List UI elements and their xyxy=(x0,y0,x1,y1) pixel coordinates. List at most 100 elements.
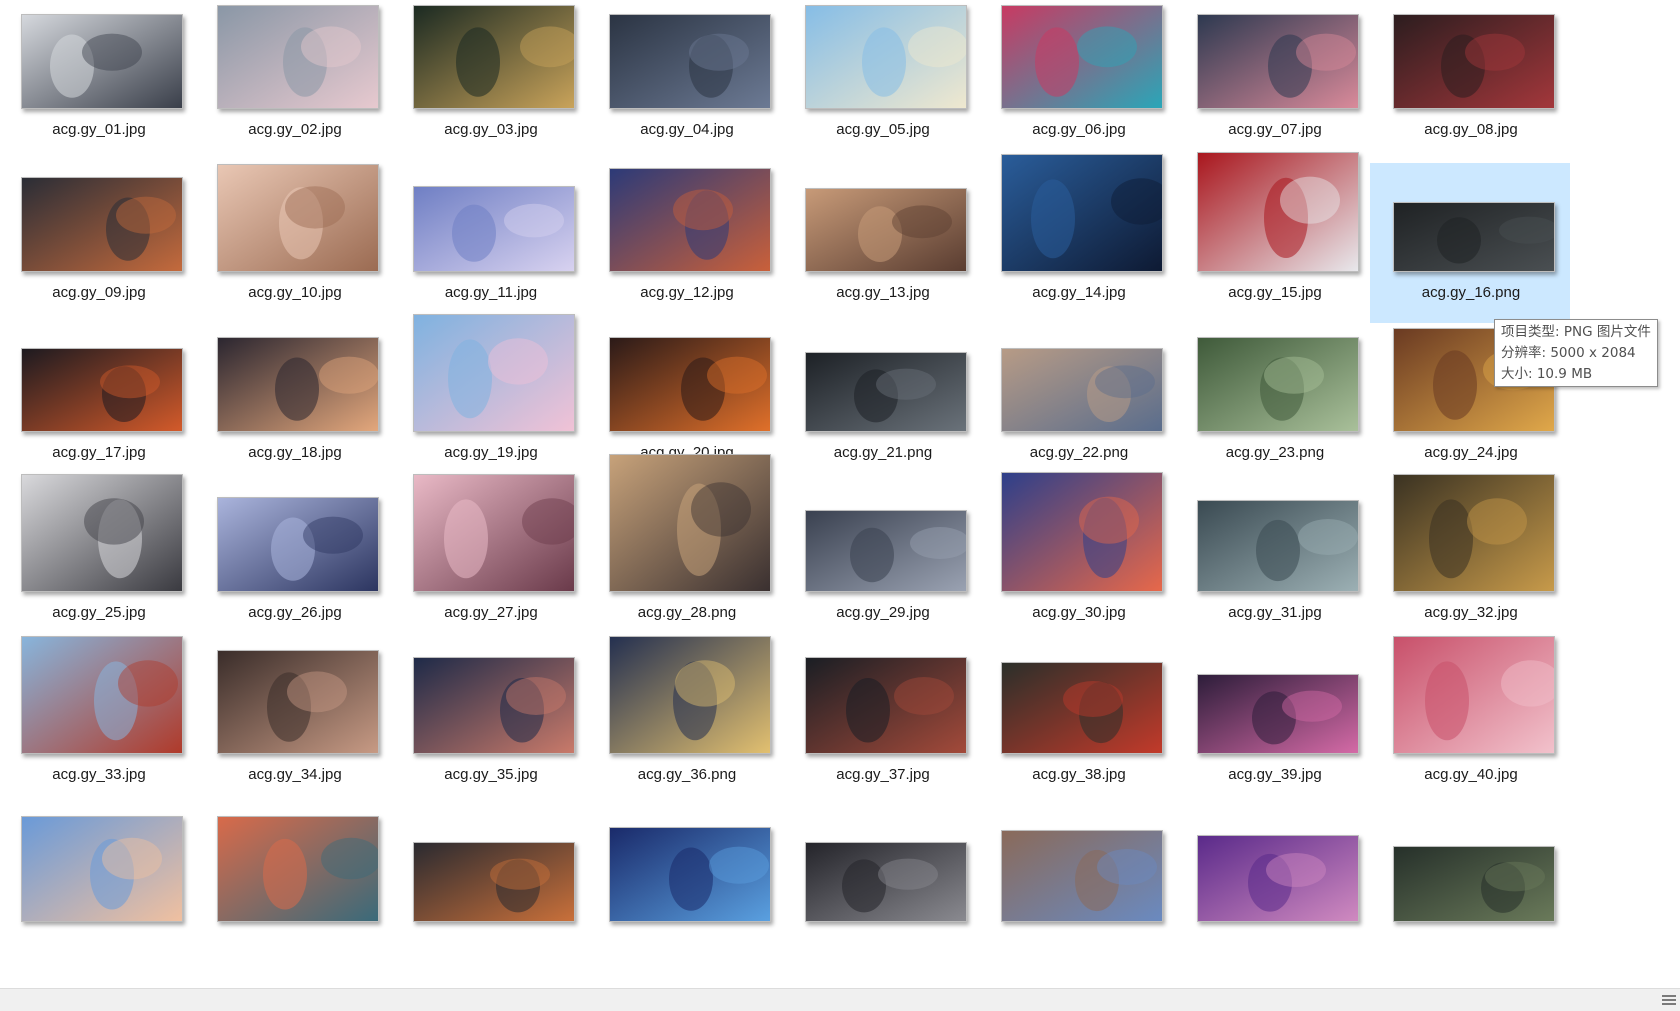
tooltip-item-type: 项目类型: PNG 图片文件 xyxy=(1501,324,1651,340)
file-name-label: acg.gy_07.jpg xyxy=(1228,121,1322,138)
file-name-label: acg.gy_04.jpg xyxy=(640,121,734,138)
file-item[interactable]: acg.gy_02.jpg xyxy=(194,0,394,160)
file-item[interactable]: acg.gy_16.png xyxy=(1370,163,1570,323)
file-item[interactable]: acg.gy_09.jpg xyxy=(0,163,198,323)
image-thumbnail xyxy=(413,474,575,592)
file-item[interactable]: acg.gy_10.jpg xyxy=(194,163,394,323)
file-item[interactable]: acg.gy_35.jpg xyxy=(390,645,590,805)
file-item[interactable]: acg.gy_19.jpg xyxy=(390,314,590,483)
image-thumbnail xyxy=(609,454,771,592)
file-name-label: acg.gy_38.jpg xyxy=(1032,766,1126,783)
file-name-label: acg.gy_36.png xyxy=(637,766,737,783)
image-thumbnail xyxy=(1001,154,1163,272)
image-thumbnail xyxy=(217,497,379,592)
file-item[interactable]: acg.gy_37.jpg xyxy=(782,645,982,805)
file-name-label: acg.gy_22.png xyxy=(1029,444,1129,461)
file-name-label: acg.gy_13.jpg xyxy=(836,284,930,301)
file-name-label: acg.gy_08.jpg xyxy=(1424,121,1518,138)
file-name-label: acg.gy_01.jpg xyxy=(52,121,146,138)
image-thumbnail xyxy=(1001,472,1163,592)
file-item[interactable]: acg.gy_03.jpg xyxy=(390,0,590,160)
image-thumbnail xyxy=(805,352,967,432)
file-name-label: acg.gy_17.jpg xyxy=(52,444,146,461)
file-name-label: acg.gy_10.jpg xyxy=(248,284,342,301)
file-name-label: acg.gy_12.jpg xyxy=(640,284,734,301)
file-item[interactable]: acg.gy_18.jpg xyxy=(194,323,394,483)
file-item[interactable]: acg.gy_40.jpg xyxy=(1370,636,1570,805)
file-item[interactable]: acg.gy_06.jpg xyxy=(978,0,1178,160)
file-name-label: acg.gy_39.jpg xyxy=(1228,766,1322,783)
image-thumbnail xyxy=(805,657,967,754)
image-thumbnail xyxy=(609,636,771,754)
file-item[interactable]: acg.gy_34.jpg xyxy=(194,645,394,805)
file-item[interactable] xyxy=(390,805,590,965)
file-item[interactable]: acg.gy_15.jpg xyxy=(1174,152,1374,323)
file-name-label: acg.gy_33.jpg xyxy=(52,766,146,783)
file-item[interactable]: acg.gy_21.png xyxy=(782,323,982,483)
image-thumbnail xyxy=(1001,348,1163,432)
file-item[interactable]: acg.gy_17.jpg xyxy=(0,323,198,483)
file-item[interactable] xyxy=(0,805,198,965)
file-name-label: acg.gy_21.png xyxy=(833,444,933,461)
file-item[interactable]: acg.gy_14.jpg xyxy=(978,154,1178,323)
file-item[interactable]: acg.gy_33.jpg xyxy=(0,636,198,805)
image-thumbnail xyxy=(1197,14,1359,109)
file-item[interactable]: acg.gy_39.jpg xyxy=(1174,645,1374,805)
file-name-label: acg.gy_34.jpg xyxy=(248,766,342,783)
file-item[interactable] xyxy=(586,805,786,965)
image-thumbnail xyxy=(21,636,183,754)
tooltip-resolution: 分辨率: 5000 x 2084 xyxy=(1501,345,1636,361)
file-item[interactable]: acg.gy_22.png xyxy=(978,323,1178,483)
file-item[interactable]: acg.gy_25.jpg xyxy=(0,474,198,643)
image-thumbnail xyxy=(217,816,379,922)
status-bar xyxy=(0,988,1680,1011)
file-name-label: acg.gy_05.jpg xyxy=(836,121,930,138)
file-item[interactable]: acg.gy_11.jpg xyxy=(390,163,590,323)
file-info-tooltip: 项目类型: PNG 图片文件 分辨率: 5000 x 2084 大小: 10.9… xyxy=(1494,319,1658,387)
file-item[interactable]: acg.gy_05.jpg xyxy=(782,0,982,160)
file-item[interactable] xyxy=(782,805,982,965)
file-item[interactable]: acg.gy_32.jpg xyxy=(1370,474,1570,643)
file-item[interactable]: acg.gy_38.jpg xyxy=(978,645,1178,805)
image-thumbnail xyxy=(1001,5,1163,109)
file-item[interactable]: acg.gy_01.jpg xyxy=(0,0,198,160)
details-view-icon[interactable] xyxy=(1662,993,1676,1007)
file-item[interactable]: acg.gy_26.jpg xyxy=(194,483,394,643)
file-name-label: acg.gy_30.jpg xyxy=(1032,604,1126,621)
image-thumbnail xyxy=(21,177,183,272)
file-name-label: acg.gy_19.jpg xyxy=(444,444,538,461)
file-item[interactable] xyxy=(978,805,1178,965)
file-item[interactable]: acg.gy_27.jpg xyxy=(390,474,590,643)
file-name-label: acg.gy_11.jpg xyxy=(444,284,538,301)
file-item[interactable]: acg.gy_23.png xyxy=(1174,323,1374,483)
file-item[interactable]: acg.gy_30.jpg xyxy=(978,472,1178,643)
file-item[interactable] xyxy=(1370,805,1570,965)
file-item[interactable]: acg.gy_31.jpg xyxy=(1174,483,1374,643)
file-item[interactable]: acg.gy_28.png xyxy=(586,454,786,643)
image-thumbnail xyxy=(21,816,183,922)
file-item[interactable]: acg.gy_04.jpg xyxy=(586,0,786,160)
file-name-label: acg.gy_06.jpg xyxy=(1032,121,1126,138)
file-item[interactable] xyxy=(194,805,394,965)
file-item[interactable] xyxy=(1174,805,1374,965)
file-name-label: acg.gy_24.jpg xyxy=(1424,444,1518,461)
image-thumbnail xyxy=(217,164,379,272)
tooltip-size: 大小: 10.9 MB xyxy=(1501,366,1593,382)
file-item[interactable]: acg.gy_12.jpg xyxy=(586,163,786,323)
file-name-label: acg.gy_16.png xyxy=(1421,284,1521,301)
image-thumbnail xyxy=(1393,846,1555,922)
file-item[interactable]: acg.gy_36.png xyxy=(586,636,786,805)
file-item[interactable]: acg.gy_13.jpg xyxy=(782,163,982,323)
image-thumbnail xyxy=(21,474,183,592)
file-name-label: acg.gy_28.png xyxy=(637,604,737,621)
file-name-label: acg.gy_14.jpg xyxy=(1032,284,1126,301)
file-name-label: acg.gy_15.jpg xyxy=(1228,284,1322,301)
thumbnail-grid: acg.gy_01.jpg acg.gy_02.jpg acg.gy_03.jpga… xyxy=(0,0,1680,988)
file-item[interactable]: acg.gy_29.jpg xyxy=(782,483,982,643)
file-name-label: acg.gy_32.jpg xyxy=(1424,604,1518,621)
file-item[interactable]: acg.gy_07.jpg xyxy=(1174,0,1374,160)
file-item[interactable]: acg.gy_08.jpg xyxy=(1370,0,1570,160)
image-thumbnail xyxy=(609,14,771,109)
image-thumbnail xyxy=(1197,500,1359,592)
image-thumbnail xyxy=(609,337,771,432)
